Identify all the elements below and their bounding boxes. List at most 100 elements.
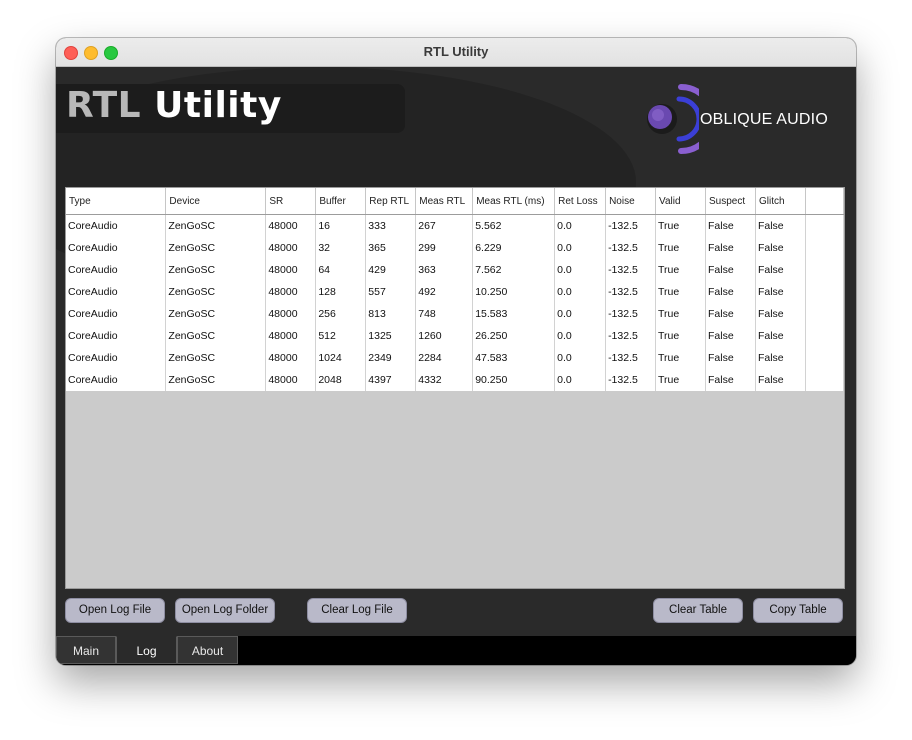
- column-header[interactable]: Ret Loss: [554, 188, 607, 215]
- table-cell: 0.0: [554, 347, 607, 369]
- table-row[interactable]: CoreAudio ZenGoSC 48000 128 557 492 10.250 0.0-…: [66, 281, 845, 303]
- table-row[interactable]: CoreAudio ZenGoSC 48000 64 429 363 7.562 0.0 -13…: [66, 259, 845, 281]
- table-cell: CoreAudio: [66, 303, 167, 325]
- column-header[interactable]: Type: [66, 188, 167, 215]
- table-cell: 48000: [265, 325, 317, 347]
- main-content: RTL Utility OBLIQUE AUDIO Type Device SR…: [56, 67, 856, 665]
- table-cell: 363: [415, 259, 474, 281]
- table-cell: 299: [415, 237, 474, 259]
- table-cell: 47.583: [472, 347, 556, 369]
- table-cell: 0.0: [554, 259, 607, 281]
- table-body: CoreAudio ZenGoSC 48000 16 333 267 5.562 0.0 -13…: [66, 214, 845, 391]
- table-cell: 813: [365, 303, 417, 325]
- table-cell: ZenGoSC: [165, 237, 267, 259]
- table-cell: ZenGoSC: [165, 214, 267, 237]
- column-header[interactable]: Device: [165, 188, 267, 215]
- table-cell: 2284: [415, 347, 474, 369]
- table-cell: 16: [315, 214, 367, 237]
- table-cell: 26.250: [472, 325, 556, 347]
- table-cell: 557: [365, 281, 417, 303]
- column-header[interactable]: Noise: [605, 188, 657, 215]
- tab-main[interactable]: Main: [56, 636, 116, 664]
- table-cell: CoreAudio: [66, 237, 167, 259]
- table-cell: 4397: [365, 369, 417, 391]
- column-header[interactable]: Rep RTL: [365, 188, 417, 215]
- column-header-filler: [805, 188, 845, 215]
- table-cell: 48000: [265, 281, 317, 303]
- table-cell: True: [655, 369, 706, 391]
- table-cell: CoreAudio: [66, 281, 167, 303]
- table-cell: 429: [365, 259, 417, 281]
- table-cell: 90.250: [472, 369, 556, 391]
- log-table: Type Device SR Buffer Rep RTL Meas RTL M…: [66, 188, 845, 391]
- table-cell: CoreAudio: [66, 369, 167, 391]
- app-title-rtl: RTL: [66, 85, 142, 126]
- table-cell-filler: [805, 303, 845, 325]
- table-cell: False: [705, 303, 756, 325]
- table-cell: 0.0: [554, 237, 607, 259]
- column-header[interactable]: Glitch: [755, 188, 806, 215]
- table-cell: True: [655, 347, 706, 369]
- column-header[interactable]: Buffer: [315, 188, 367, 215]
- column-header[interactable]: Valid: [655, 188, 706, 215]
- table-cell: -132.5: [605, 214, 657, 237]
- table-cell: False: [705, 214, 756, 237]
- table-row[interactable]: CoreAudio ZenGoSC 48000 1024 2349 2284 47.583 0…: [66, 347, 845, 369]
- open-log-file-button[interactable]: Open Log File: [65, 598, 165, 623]
- table-cell: 32: [315, 237, 367, 259]
- table-cell: -132.5: [605, 281, 657, 303]
- copy-table-button[interactable]: Copy Table: [753, 598, 843, 623]
- table-cell: False: [705, 325, 756, 347]
- table-cell-filler: [805, 347, 845, 369]
- log-table-area[interactable]: Type Device SR Buffer Rep RTL Meas RTL M…: [65, 187, 845, 589]
- table-row[interactable]: CoreAudio ZenGoSC 48000 512 1325 1260 26.250 0.…: [66, 325, 845, 347]
- table-cell: 6.229: [472, 237, 556, 259]
- open-log-folder-button[interactable]: Open Log Folder: [175, 598, 275, 623]
- column-header[interactable]: SR: [265, 188, 317, 215]
- table-cell: 0.0: [554, 325, 607, 347]
- table-cell: 48000: [265, 214, 317, 237]
- table-cell: False: [755, 347, 806, 369]
- table-cell: 15.583: [472, 303, 556, 325]
- table-cell: 748: [415, 303, 474, 325]
- clear-log-file-button[interactable]: Clear Log File: [307, 598, 407, 623]
- table-cell: -132.5: [605, 347, 657, 369]
- table-cell: 333: [365, 214, 417, 237]
- table-cell: 2349: [365, 347, 417, 369]
- table-row[interactable]: CoreAudio ZenGoSC 48000 256 813 748 15.583 0.0-…: [66, 303, 845, 325]
- table-cell: 48000: [265, 259, 317, 281]
- table-cell: ZenGoSC: [165, 347, 267, 369]
- table-cell: 4332: [415, 369, 474, 391]
- title-bar[interactable]: RTL Utility: [56, 38, 856, 67]
- table-row[interactable]: CoreAudio ZenGoSC 48000 32 365 299 6.229 0.0 -13…: [66, 237, 845, 259]
- table-cell: False: [755, 281, 806, 303]
- table-cell: False: [705, 259, 756, 281]
- table-cell: 7.562: [472, 259, 556, 281]
- table-cell: 0.0: [554, 281, 607, 303]
- table-cell: True: [655, 281, 706, 303]
- column-header[interactable]: Suspect: [705, 188, 756, 215]
- table-cell: CoreAudio: [66, 325, 167, 347]
- table-cell-filler: [805, 214, 845, 237]
- table-cell: 10.250: [472, 281, 556, 303]
- table-cell: True: [655, 237, 706, 259]
- table-cell: 1024: [315, 347, 367, 369]
- table-cell: 0.0: [554, 214, 607, 237]
- table-row[interactable]: CoreAudio ZenGoSC 48000 2048 4397 4332 90.250 0…: [66, 369, 845, 391]
- table-cell: 2048: [315, 369, 367, 391]
- table-cell: False: [755, 259, 806, 281]
- table-cell: ZenGoSC: [165, 325, 267, 347]
- table-cell: True: [655, 259, 706, 281]
- column-header[interactable]: Meas RTL: [415, 188, 474, 215]
- table-cell: True: [655, 325, 706, 347]
- tab-about[interactable]: About: [177, 636, 238, 664]
- tab-log[interactable]: Log: [116, 636, 177, 664]
- column-header[interactable]: Meas RTL (ms): [472, 188, 556, 215]
- window-title: RTL Utility: [423, 44, 489, 59]
- table-row[interactable]: CoreAudio ZenGoSC 48000 16 333 267 5.562 0.0 -13…: [66, 214, 845, 237]
- tab-bar: Main Log About: [56, 636, 856, 665]
- table-cell-filler: [805, 325, 845, 347]
- table-cell: ZenGoSC: [165, 369, 267, 391]
- table-cell: 48000: [265, 369, 317, 391]
- clear-table-button[interactable]: Clear Table: [653, 598, 743, 623]
